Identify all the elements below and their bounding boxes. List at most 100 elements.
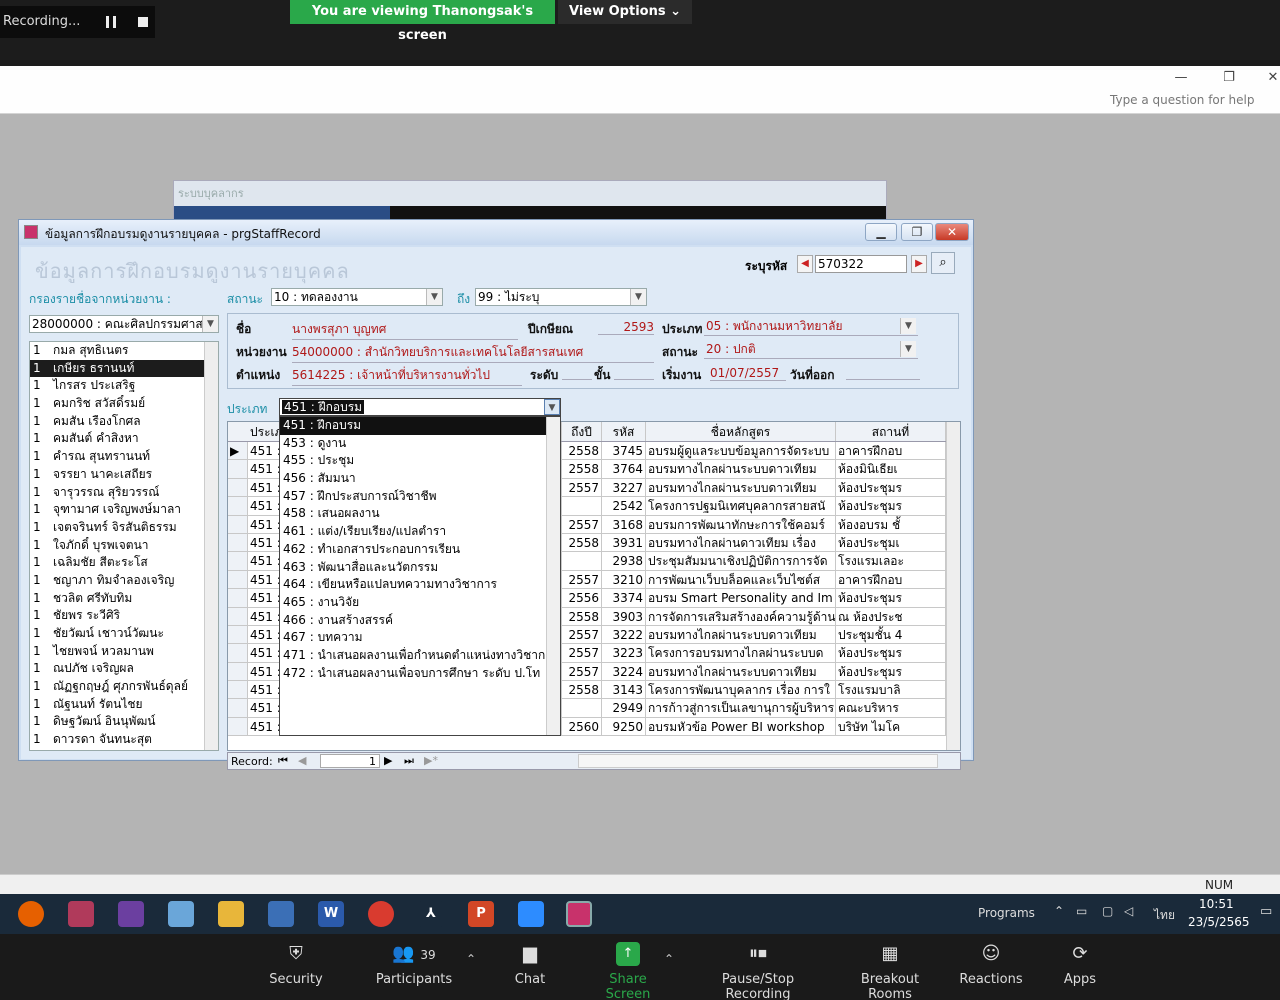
grid-cell[interactable]: โรงแรมเลอะ (836, 552, 946, 570)
chevron-down-icon[interactable]: ▼ (900, 318, 916, 334)
grid-vertical-scrollbar[interactable] (946, 422, 960, 750)
staff-list-item[interactable]: 1 ชัยพร ระวีศิริ (30, 607, 218, 625)
grid-column-header[interactable]: สถานที่ (836, 422, 946, 441)
dropdown-option[interactable]: 461 : แต่ง/เรียบเรียง/แปลตำรา (280, 523, 560, 541)
grid-cell[interactable]: 2556 (562, 589, 602, 607)
staff-list-item[interactable]: 1 คมสัน เรืองโกศล (30, 413, 218, 431)
chat-button[interactable]: ▆ Chat (504, 942, 556, 987)
staff-list-item[interactable]: 1 ชญาภา ทิมจำลองเจริญ (30, 572, 218, 590)
chevron-down-icon[interactable]: ▼ (630, 289, 646, 305)
grid-cell[interactable]: 2938 (602, 552, 646, 570)
display-icon[interactable]: ▢ (1102, 904, 1113, 918)
dropdown-option[interactable]: 458 : เสนอผลงาน (280, 505, 560, 523)
grid-cell[interactable]: 3223 (602, 644, 646, 662)
zoom-icon[interactable] (518, 901, 544, 927)
dropdown-option[interactable]: 466 : งานสร้างสรรค์ (280, 612, 560, 630)
close-icon[interactable]: ✕ (1258, 70, 1280, 90)
type-filter-select[interactable]: 451 : ฝึกอบรม ▼ (279, 398, 561, 416)
grid-cell[interactable] (562, 552, 602, 570)
grid-cell[interactable]: อาคารฝึกอบ (836, 442, 946, 460)
staff-list-item[interactable]: 1 ณปภัช เจริญผล (30, 660, 218, 678)
dept-filter-select[interactable]: 28000000 : คณะศิลปกรรมศาสตร์ ▼ (29, 315, 219, 333)
row-selector[interactable] (228, 552, 248, 570)
staff-list-item[interactable]: 1 เจตจรินทร์ จิรสันติธรรม (30, 519, 218, 537)
grid-cell[interactable]: โครงการพัฒนาบุคลากร เรื่อง การใ (646, 681, 836, 699)
grid-cell[interactable]: 3222 (602, 625, 646, 644)
restore-icon[interactable]: ❐ (1214, 70, 1244, 90)
grid-cell[interactable]: อบรมทางไกลผ่านระบบดาวเทียม (646, 478, 836, 497)
dropdown-option[interactable]: 467 : บทความ (280, 629, 560, 647)
work-status-select[interactable]: 20 : ปกติ ▼ (704, 341, 918, 359)
row-selector[interactable] (228, 460, 248, 478)
chevron-up-icon[interactable]: ⌃ (664, 952, 674, 966)
grid-cell[interactable]: การพัฒนาเว็บบล็อคและเว็บไซต์ส (646, 570, 836, 589)
grid-cell[interactable]: อบรมผู้ดูแลระบบข้อมูลการจัดระบบ (646, 442, 836, 460)
staff-list-item[interactable]: 1 จารุวรรณ สุริยวรรณ์ (30, 484, 218, 502)
dropdown-option[interactable]: 472 : นำเสนอผลงานเพื่อจบการศึกษา ระดับ ป… (280, 665, 560, 683)
staff-list-item[interactable]: 1 ณัฐนนท์ รัตนไชย (30, 696, 218, 714)
grid-column-header[interactable]: รหัส (602, 422, 646, 441)
row-selector[interactable] (228, 478, 248, 497)
grid-cell[interactable]: 2949 (602, 699, 646, 717)
row-selector[interactable] (228, 497, 248, 515)
grid-cell[interactable]: อบรมการพัฒนาทักษะการใช้คอมร์ (646, 515, 836, 533)
grid-cell[interactable] (562, 497, 602, 515)
grid-cell[interactable]: อบรมหัวข้อ Power BI workshop (646, 717, 836, 736)
book-icon[interactable] (168, 901, 194, 927)
row-selector[interactable] (228, 607, 248, 625)
staff-name-list[interactable]: 1 กมล สุทธิเนตร 1 เกษียร ธรานนท์ 1 ไกรสร ประเ… (29, 341, 219, 751)
participants-button[interactable]: 👥 39 Participants (372, 942, 456, 987)
dropdown-option[interactable]: 453 : ดูงาน (280, 435, 560, 453)
current-record-marker-icon[interactable]: ▶ (228, 442, 248, 460)
dropdown-option[interactable]: 471 : นำเสนอผลงานเพื่อกำหนดตำแหน่งทางวิช… (280, 647, 560, 665)
personnel-type-select[interactable]: 05 : พนักงานมหาวิทยาลัย ▼ (704, 318, 918, 336)
form-maximize-button[interactable]: ❐ (901, 223, 933, 241)
new-record-button[interactable]: ▶* (424, 754, 438, 767)
grid-cell[interactable]: 2557 (562, 625, 602, 644)
grid-cell[interactable]: 2557 (562, 570, 602, 589)
grid-cell[interactable]: อบรมทางไกลผ่านดาวเทียม เรื่อง (646, 533, 836, 552)
grid-cell[interactable]: 2542 (602, 497, 646, 515)
dropdown-option[interactable]: 456 : สัมมนา (280, 470, 560, 488)
grid-cell[interactable]: 3224 (602, 662, 646, 681)
status-from-select[interactable]: 10 : ทดลองงาน ▼ (271, 288, 443, 306)
grid-cell[interactable]: ห้องประชุมร (836, 497, 946, 515)
minimize-icon[interactable]: — (1166, 70, 1196, 90)
grid-cell[interactable]: บริษัท ไมโค (836, 717, 946, 736)
access-icon[interactable] (566, 901, 592, 927)
staff-list-item[interactable]: 1 จุฑามาศ เจริญพงษ์มาลา (30, 501, 218, 519)
staff-list-item[interactable]: 1 ณัฏฐกฤษฎ์ ศุภกรพันธ์ดุลย์ (30, 678, 218, 696)
list-scrollbar[interactable] (204, 342, 218, 750)
staff-list-item[interactable]: 1 คมสันต์ คำสิงหา (30, 430, 218, 448)
grid-cell[interactable]: ห้องประชุมร (836, 662, 946, 681)
grid-cell[interactable]: 2558 (562, 460, 602, 478)
firefox-icon[interactable] (18, 901, 44, 927)
grid-cell[interactable]: การก้าวสู่การเป็นเลขานุการผู้บริหาร (646, 699, 836, 717)
grid-cell[interactable]: ห้องประชุมร (836, 589, 946, 607)
staff-list-item[interactable]: 1 ไกรสร ประเสริฐ (30, 377, 218, 395)
grid-cell[interactable]: 2557 (562, 662, 602, 681)
breakout-rooms-button[interactable]: ▦ Breakout Rooms (838, 942, 942, 1000)
visual-studio-icon[interactable] (118, 901, 144, 927)
dropdown-option[interactable]: 451 : ฝึกอบรม (280, 417, 560, 435)
grid-cell[interactable]: 3745 (602, 442, 646, 460)
row-selector[interactable] (228, 533, 248, 552)
grid-cell[interactable]: ห้องอบรม ชั้ (836, 515, 946, 533)
binoculars-icon[interactable]: ⌕ (931, 252, 955, 274)
grid-cell[interactable]: 3143 (602, 681, 646, 699)
row-selector[interactable] (228, 570, 248, 589)
record-number-input[interactable]: 1 (320, 754, 380, 768)
grid-cell[interactable]: ห้องประชุมเ (836, 533, 946, 552)
word-icon[interactable]: W (318, 901, 344, 927)
chevron-down-icon[interactable]: ▼ (900, 341, 916, 357)
staff-list-item[interactable]: 1 จรรยา นาคะเสถียร (30, 466, 218, 484)
speaker-icon[interactable]: ◁ (1124, 904, 1133, 918)
staff-list-item[interactable]: 1 กมล สุทธิเนตร (30, 342, 218, 360)
grid-cell[interactable]: ประชุมสัมมนาเชิงปฏิบัติการการจัด (646, 552, 836, 570)
row-selector[interactable] (228, 644, 248, 662)
notification-icon[interactable]: ▭ (1260, 904, 1272, 919)
grid-cell[interactable]: 3931 (602, 533, 646, 552)
id-input[interactable]: 570322 (815, 255, 907, 273)
grid-cell[interactable]: 2557 (562, 644, 602, 662)
database-icon[interactable] (68, 901, 94, 927)
